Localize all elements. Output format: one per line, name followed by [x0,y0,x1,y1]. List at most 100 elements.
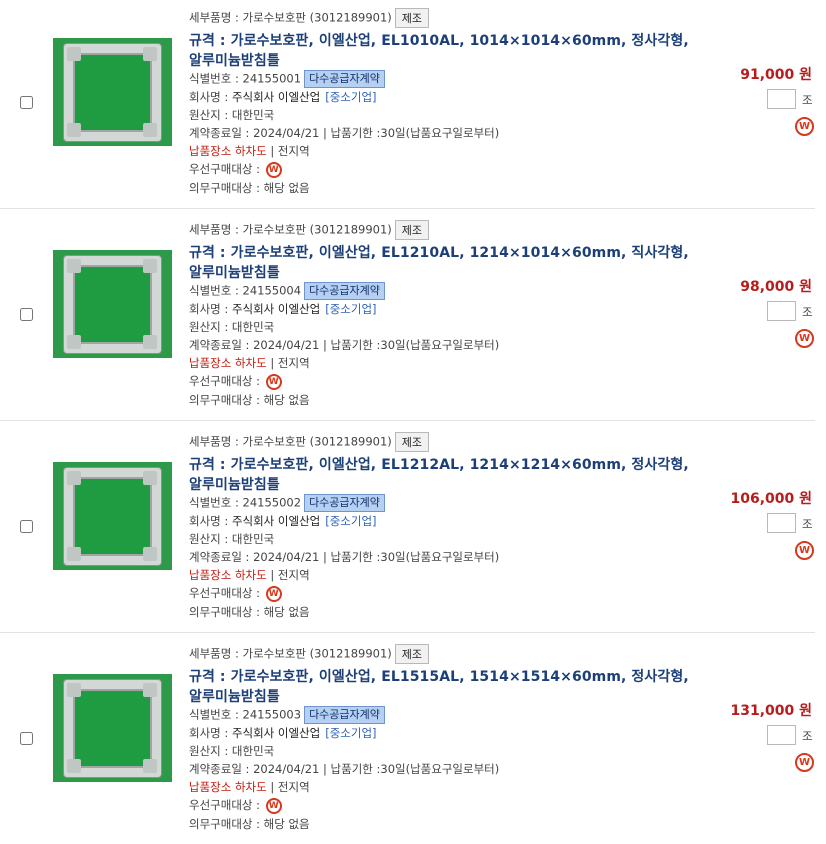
sme-tag: [중소기업] [325,726,377,740]
id-label: 식별번호 : [189,495,243,510]
multi-supplier-badge[interactable]: 다수공급자계약 [304,706,385,724]
id-number: 24155003 [242,707,302,722]
company-name[interactable]: 주식회사 이엘산업 [232,90,320,104]
id-row: 식별번호 : 24155004 다수공급자계약 [189,282,385,300]
quantity-unit: 조 [802,305,813,319]
multi-supplier-badge[interactable]: 다수공급자계약 [304,494,385,512]
contract-row: 계약종료일 : 2024/04/21 | 납품기한 :30일(납품요구일로부터) [189,550,500,564]
origin-row: 원산지 : 대한민국 [189,108,275,122]
delivery-place-link[interactable]: 납품장소 하차도 [189,144,267,158]
origin-row: 원산지 : 대한민국 [189,320,275,334]
company-name[interactable]: 주식회사 이엘산업 [232,302,320,316]
delivery-row: 납품장소 하차도 | 전지역 [189,355,310,371]
product-thumbnail[interactable] [53,250,172,358]
id-row: 식별번호 : 24155003 다수공급자계약 [189,706,385,724]
company-row: 회사명 : 주식회사 이엘산업 [중소기업] [189,301,377,317]
priority-mark-icon: W [265,585,282,602]
id-number: 24155002 [242,495,302,510]
contract-row: 계약종료일 : 2024/04/21 | 납품기한 :30일(납품요구일로부터) [189,338,500,352]
delivery-region: | 전지역 [266,144,310,158]
sub-category-text: 세부품명 : 가로수보호판 (3012189901) [189,646,392,661]
product-thumbnail[interactable] [53,674,172,782]
priority-label: 우선구매대상 : [189,586,264,600]
manufacture-badge: 제조 [394,8,430,28]
company-label: 회사명 : [189,90,232,104]
quantity-unit: 조 [802,93,813,107]
priority-mark-icon: W [265,373,282,390]
sub-category: 세부품명 : 가로수보호판 (3012189901) 제조 [189,644,430,664]
sme-tag: [중소기업] [325,302,377,316]
price: 131,000 원 [730,703,812,719]
quantity-unit: 조 [802,729,813,743]
quantity-unit: 조 [802,517,813,531]
delivery-row: 납품장소 하차도 | 전지역 [189,779,310,795]
price: 91,000 원 [740,67,812,83]
company-row: 회사명 : 주식회사 이엘산업 [중소기업] [189,89,377,105]
delivery-region: | 전지역 [266,568,310,582]
delivery-place-link[interactable]: 납품장소 하차도 [189,568,267,582]
id-row: 식별번호 : 24155001 다수공급자계약 [189,70,385,88]
quantity-input[interactable] [767,513,796,533]
contract-row: 계약종료일 : 2024/04/21 | 납품기한 :30일(납품요구일로부터) [189,762,500,776]
product-thumbnail[interactable] [53,38,172,146]
product-thumbnail[interactable] [53,462,172,570]
origin-row: 원산지 : 대한민국 [189,744,275,758]
sme-tag: [중소기업] [325,90,377,104]
sub-category: 세부품명 : 가로수보호판 (3012189901) 제조 [189,220,430,240]
id-row: 식별번호 : 24155002 다수공급자계약 [189,494,385,512]
company-name[interactable]: 주식회사 이엘산업 [232,726,320,740]
mandatory-row: 의무구매대상 : 해당 없음 [189,181,310,195]
priority-mark-icon[interactable]: W [795,541,814,560]
product-title-link[interactable]: 규격 : 가로수보호판, 이엘산업, EL1515AL, 1514×1514×6… [189,667,689,707]
delivery-place-link[interactable]: 납품장소 하차도 [189,780,267,794]
select-checkbox[interactable] [20,732,33,745]
sub-category-text: 세부품명 : 가로수보호판 (3012189901) [189,434,392,449]
delivery-region: | 전지역 [266,780,310,794]
company-name[interactable]: 주식회사 이엘산업 [232,514,320,528]
company-row: 회사명 : 주식회사 이엘산업 [중소기업] [189,725,377,741]
product-title-link[interactable]: 규격 : 가로수보호판, 이엘산업, EL1212AL, 1214×1214×6… [189,455,689,495]
multi-supplier-badge[interactable]: 다수공급자계약 [304,282,385,300]
sub-category-text: 세부품명 : 가로수보호판 (3012189901) [189,222,392,237]
origin-row: 원산지 : 대한민국 [189,532,275,546]
product-title-link[interactable]: 규격 : 가로수보호판, 이엘산업, EL1010AL, 1014×1014×6… [189,31,689,71]
priority-mark-icon: W [265,797,282,814]
delivery-place-link[interactable]: 납품장소 하차도 [189,356,267,370]
delivery-row: 납품장소 하차도 | 전지역 [189,143,310,159]
id-label: 식별번호 : [189,707,243,722]
company-label: 회사명 : [189,514,232,528]
priority-mark-icon[interactable]: W [795,117,814,136]
product-item: 세부품명 : 가로수보호판 (3012189901) 제조 규격 : 가로수보호판… [0,636,815,844]
id-label: 식별번호 : [189,71,243,86]
price: 106,000 원 [730,491,812,507]
priority-row: 우선구매대상 : W [189,797,282,814]
id-number: 24155004 [242,283,302,298]
price: 98,000 원 [740,279,812,295]
multi-supplier-badge[interactable]: 다수공급자계약 [304,70,385,88]
manufacture-badge: 제조 [394,220,430,240]
quantity-input[interactable] [767,725,796,745]
sub-category: 세부품명 : 가로수보호판 (3012189901) 제조 [189,8,430,28]
priority-mark-icon[interactable]: W [795,329,814,348]
priority-row: 우선구매대상 : W [189,585,282,602]
contract-row: 계약종료일 : 2024/04/21 | 납품기한 :30일(납품요구일로부터) [189,126,500,140]
product-item: 세부품명 : 가로수보호판 (3012189901) 제조 규격 : 가로수보호판… [0,212,815,421]
priority-mark-icon: W [265,161,282,178]
company-label: 회사명 : [189,726,232,740]
select-checkbox[interactable] [20,520,33,533]
priority-row: 우선구매대상 : W [189,373,282,390]
id-label: 식별번호 : [189,283,243,298]
company-label: 회사명 : [189,302,232,316]
sub-category-text: 세부품명 : 가로수보호판 (3012189901) [189,10,392,25]
mandatory-row: 의무구매대상 : 해당 없음 [189,817,310,831]
quantity-input[interactable] [767,89,796,109]
select-checkbox[interactable] [20,96,33,109]
manufacture-badge: 제조 [394,644,430,664]
product-title-link[interactable]: 규격 : 가로수보호판, 이엘산업, EL1210AL, 1214×1014×6… [189,243,689,283]
id-number: 24155001 [242,71,302,86]
priority-row: 우선구매대상 : W [189,161,282,178]
priority-mark-icon[interactable]: W [795,753,814,772]
quantity-input[interactable] [767,301,796,321]
delivery-row: 납품장소 하차도 | 전지역 [189,567,310,583]
select-checkbox[interactable] [20,308,33,321]
